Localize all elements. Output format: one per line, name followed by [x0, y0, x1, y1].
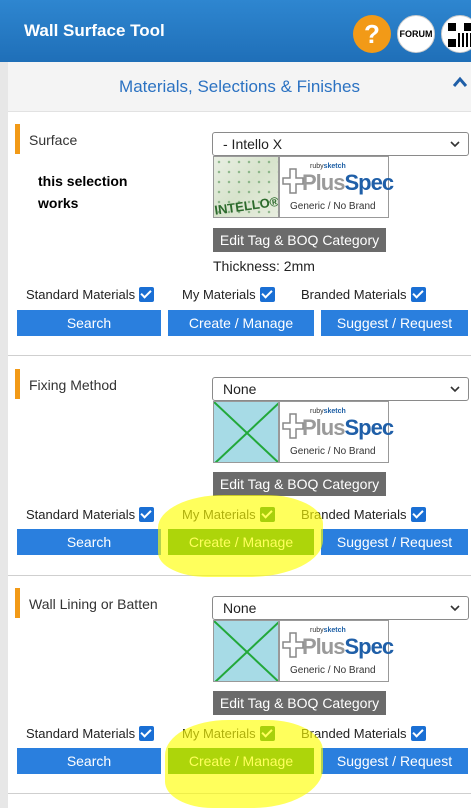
chevron-down-icon	[450, 605, 460, 612]
placeholder-cross-icon	[214, 402, 278, 462]
plusspec-logo: rubysketch PlusSpec Generic / No Brand	[279, 156, 394, 218]
chevron-down-icon	[450, 386, 460, 393]
qr-code-button[interactable]	[441, 15, 471, 53]
search-button[interactable]: Search	[17, 529, 161, 555]
help-button[interactable]: ?	[353, 15, 391, 53]
branded-materials-checkbox[interactable]: Branded Materials	[301, 507, 426, 522]
edit-tag-button[interactable]: Edit Tag & BOQ Category	[213, 472, 386, 496]
checkbox-icon	[259, 726, 275, 741]
checkbox-icon	[259, 287, 275, 302]
button-row: Search Create / Manage Suggest / Request	[8, 529, 471, 555]
material-image[interactable]: INTELLO®X PLUS	[213, 156, 279, 218]
plus-icon	[282, 413, 304, 439]
my-materials-checkbox[interactable]: My Materials	[182, 507, 275, 522]
accent-bar	[15, 588, 20, 618]
button-row: Search Create / Manage Suggest / Request	[8, 748, 471, 774]
create-manage-button[interactable]: Create / Manage	[168, 310, 314, 336]
branded-materials-checkbox[interactable]: Branded Materials	[301, 287, 426, 302]
standard-materials-checkbox[interactable]: Standard Materials	[26, 726, 155, 741]
thickness-value: Thickness: 2mm	[213, 258, 315, 274]
checkbox-icon	[410, 507, 426, 522]
logo-ruby: ruby	[310, 408, 324, 415]
plusspec-logo: rubysketch PlusSpec Generic / No Brand	[279, 401, 394, 463]
logo-ruby: ruby	[310, 163, 324, 170]
my-materials-checkbox[interactable]: My Materials	[182, 726, 275, 741]
select-value: None	[223, 600, 257, 616]
logo-sketch: sketch	[323, 627, 346, 634]
standard-materials-checkbox[interactable]: Standard Materials	[26, 507, 155, 522]
brand-label: Generic / No Brand	[290, 201, 376, 212]
checkbox-row: Standard Materials My Materials Branded …	[8, 726, 471, 744]
checkbox-icon	[410, 726, 426, 741]
section-header[interactable]: Materials, Selections & Finishes	[8, 62, 471, 112]
material-select[interactable]: None	[212, 596, 469, 620]
section-title: Materials, Selections & Finishes	[119, 77, 360, 96]
group-fixing-method: Fixing Method None rubysketch PlusSpec G…	[8, 356, 471, 576]
material-thumbnails: rubysketch PlusSpec Generic / No Brand	[213, 401, 394, 463]
checkbox-icon	[139, 287, 155, 302]
chevron-up-icon[interactable]	[453, 76, 467, 90]
standard-materials-checkbox[interactable]: Standard Materials	[26, 287, 155, 302]
group-wall-lining: Wall Lining or Batten None rubysketch Pl…	[8, 576, 471, 794]
logo-sketch: sketch	[323, 163, 346, 170]
material-select[interactable]: - Intello X	[212, 132, 469, 156]
select-value: None	[223, 381, 257, 397]
logo-sketch: sketch	[323, 408, 346, 415]
plusspec-logo: rubysketch PlusSpec Generic / No Brand	[279, 620, 394, 682]
logo-plus: Plus	[302, 634, 345, 659]
material-thumbnails: rubysketch PlusSpec Generic / No Brand	[213, 620, 394, 682]
suggest-request-button[interactable]: Suggest / Request	[321, 529, 468, 555]
checkbox-row: Standard Materials My Materials Branded …	[8, 287, 471, 305]
brand-label: Generic / No Brand	[290, 446, 376, 457]
checkbox-icon	[259, 507, 275, 522]
left-border	[0, 62, 8, 808]
select-value: - Intello X	[223, 136, 283, 152]
material-image[interactable]	[213, 620, 279, 682]
group-surface: Surface this selection works - Intello X…	[8, 112, 471, 356]
edit-tag-button[interactable]: Edit Tag & BOQ Category	[213, 228, 386, 252]
chevron-down-icon	[450, 141, 460, 148]
plus-icon	[282, 632, 304, 658]
branded-materials-checkbox[interactable]: Branded Materials	[301, 726, 426, 741]
checkbox-icon	[139, 726, 155, 741]
create-manage-button[interactable]: Create / Manage	[168, 748, 314, 774]
app-title: Wall Surface Tool	[24, 21, 165, 40]
logo-spec: Spec	[344, 170, 394, 195]
checkbox-row: Standard Materials My Materials Branded …	[8, 507, 471, 525]
title-bar: Wall Surface Tool ? FORUM	[0, 0, 471, 62]
qr-icon	[448, 23, 471, 47]
create-manage-button[interactable]: Create / Manage	[168, 529, 314, 555]
edit-tag-button[interactable]: Edit Tag & BOQ Category	[213, 691, 386, 715]
logo-plus: Plus	[302, 415, 345, 440]
material-image[interactable]	[213, 401, 279, 463]
brand-label: Generic / No Brand	[290, 665, 376, 676]
group-label: Fixing Method	[29, 377, 117, 393]
annotation-note: this selection works	[38, 173, 128, 211]
button-row: Search Create / Manage Suggest / Request	[8, 310, 471, 336]
accent-bar	[15, 369, 20, 399]
my-materials-checkbox[interactable]: My Materials	[182, 287, 275, 302]
search-button[interactable]: Search	[17, 748, 161, 774]
material-thumbnails: INTELLO®X PLUS rubysketch PlusSpec Gener…	[213, 156, 394, 218]
group-label: Wall Lining or Batten	[29, 596, 158, 612]
accent-bar	[15, 124, 20, 154]
suggest-request-button[interactable]: Suggest / Request	[321, 748, 468, 774]
suggest-request-button[interactable]: Suggest / Request	[321, 310, 468, 336]
checkbox-icon	[410, 287, 426, 302]
logo-spec: Spec	[344, 634, 394, 659]
material-select[interactable]: None	[212, 377, 469, 401]
placeholder-cross-icon	[214, 621, 278, 681]
forum-button[interactable]: FORUM	[397, 15, 435, 53]
checkbox-icon	[139, 507, 155, 522]
logo-spec: Spec	[344, 415, 394, 440]
logo-ruby: ruby	[310, 627, 324, 634]
plus-icon	[282, 168, 304, 194]
logo-plus: Plus	[302, 170, 345, 195]
search-button[interactable]: Search	[17, 310, 161, 336]
group-label: Surface	[29, 132, 78, 148]
